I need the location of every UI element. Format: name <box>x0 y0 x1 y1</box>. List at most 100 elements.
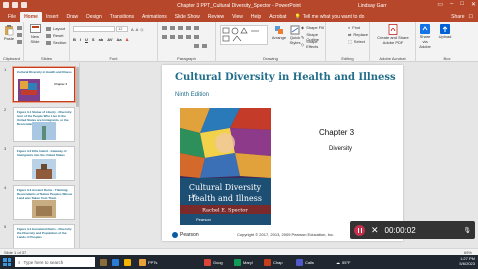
bullets-icon[interactable] <box>162 26 167 30</box>
align-left-icon[interactable] <box>162 35 167 39</box>
replace-button[interactable]: ⇄ Replace <box>348 32 368 37</box>
thumbnail-scrollbar[interactable] <box>76 67 79 107</box>
tab-draw[interactable]: Draw <box>62 12 82 22</box>
slide-thumbnail-5[interactable]: Figure 3-4 Homeland Ruins - Diversity: t… <box>13 224 75 248</box>
tab-help[interactable]: Help <box>247 12 265 22</box>
font-size-box[interactable]: 12 <box>116 26 128 32</box>
ribbon-display-icon[interactable]: ▭ <box>437 1 443 8</box>
current-slide[interactable]: Cultural Diversity in Health and Illness… <box>162 65 403 241</box>
task-app-2[interactable] <box>124 257 131 267</box>
reset-button[interactable]: Reset <box>46 33 63 38</box>
layout-label: Layout <box>53 26 66 31</box>
shapes-gallery[interactable] <box>220 25 268 45</box>
tell-me-box[interactable]: 💡 Tell me what you want to do <box>290 12 368 22</box>
section-icon <box>46 40 51 45</box>
quick-styles-icon <box>290 25 300 35</box>
justify-icon[interactable] <box>186 35 191 39</box>
underline-icon[interactable]: U <box>85 37 88 42</box>
slide-thumbnail-1[interactable]: Cultural Diversity in Health and Illness… <box>13 67 75 102</box>
shadow-icon[interactable]: ab <box>99 37 104 42</box>
section-button[interactable]: Section <box>46 40 66 45</box>
grow-font-icon[interactable]: A <box>131 27 134 32</box>
task-app-ppts[interactable]: PPTs <box>139 257 157 267</box>
create-share-pdf-button[interactable]: Create and Share Adobe PDF <box>374 24 412 45</box>
new-slide-button[interactable]: New Slide <box>27 24 43 44</box>
tab-slide-show[interactable]: Slide Show <box>171 12 204 22</box>
slide-edition[interactable]: Ninth Edition <box>175 92 209 98</box>
task-app-calls[interactable]: Calls <box>296 257 314 267</box>
slide-thumbnail-2[interactable]: Figure 3-1 Statue of Liberty - Diversity… <box>13 107 75 142</box>
arrange-icon <box>275 26 283 34</box>
share-button[interactable]: Share <box>451 14 464 20</box>
comments-icon[interactable]: ☐ <box>469 14 473 20</box>
cancel-recording-icon[interactable]: ✕ <box>371 225 379 236</box>
font-name-box[interactable] <box>73 26 115 32</box>
windows-start-icon[interactable] <box>3 258 11 266</box>
strikethrough-icon[interactable]: S <box>92 37 95 42</box>
columns-icon[interactable] <box>194 35 199 39</box>
tab-animations[interactable]: Animations <box>138 12 171 22</box>
tab-acrobat[interactable]: Acrobat <box>265 12 290 22</box>
microphone-icon[interactable]: 🎙 <box>463 227 471 234</box>
decrease-indent-icon[interactable] <box>178 26 183 30</box>
tab-review[interactable]: Review <box>204 12 228 22</box>
numbering-icon[interactable] <box>170 26 175 30</box>
task-app-goog[interactable]: Goog <box>204 257 223 267</box>
shrink-font-icon[interactable]: A <box>136 27 139 32</box>
change-case-icon[interactable]: Aa <box>117 37 122 42</box>
line-spacing-icon[interactable] <box>194 26 199 30</box>
task-app-maryl[interactable]: Maryl <box>234 257 253 267</box>
text-direction-icon[interactable] <box>194 44 199 48</box>
ribbon-tabs: File Home Insert Draw Design Transitions… <box>0 11 478 22</box>
minimize-icon[interactable]: – <box>450 1 453 8</box>
increase-indent-icon[interactable] <box>186 26 191 30</box>
slide-thumbnail-3[interactable]: Figure 3-2 Ellis Island - Gateway of Imm… <box>13 146 75 181</box>
char-spacing-icon[interactable]: AV <box>107 37 112 42</box>
taskbar-search-box[interactable]: ⌕ Type here to search <box>15 257 95 267</box>
tab-home[interactable]: Home <box>20 12 42 22</box>
select-button[interactable]: ⬚ Select <box>348 39 365 44</box>
tab-transitions[interactable]: Transitions <box>106 12 138 22</box>
task-view-icon[interactable] <box>100 257 107 267</box>
thumb-subtitle-1: Chapter 3 <box>54 82 68 86</box>
tab-design[interactable]: Design <box>82 12 106 22</box>
upload-button[interactable]: Upload <box>436 24 454 39</box>
align-center-icon[interactable] <box>170 35 175 39</box>
align-text-icon[interactable] <box>202 44 207 48</box>
quick-styles-button[interactable]: Quick Styles <box>288 25 302 45</box>
tab-view[interactable]: View <box>228 12 247 22</box>
paste-button[interactable]: Paste <box>2 24 16 41</box>
maximize-icon[interactable]: □ <box>460 1 464 8</box>
folder-icon <box>139 258 146 266</box>
task-app-chap[interactable]: Chap <box>264 257 283 267</box>
tab-file[interactable]: File <box>4 12 20 22</box>
copy-icon[interactable] <box>17 33 22 37</box>
font-color-icon[interactable]: A <box>126 37 129 42</box>
arrange-button[interactable]: Arrange <box>270 25 288 40</box>
thumb-title-3: Figure 3-2 Ellis Island - Gateway of Imm… <box>17 149 67 157</box>
chapter-topic[interactable]: Diversity <box>329 146 352 152</box>
user-name[interactable]: Lindsay Garr <box>358 3 387 9</box>
italic-icon[interactable]: I <box>80 37 81 42</box>
pause-recording-button[interactable] <box>354 224 365 236</box>
align-right-icon[interactable] <box>178 35 183 39</box>
share-adobe-button[interactable]: Share via Adobe <box>418 24 432 49</box>
slide-title[interactable]: Cultural Diversity in Health and Illness <box>175 72 396 83</box>
bold-icon[interactable]: B <box>73 37 76 42</box>
task-app-1[interactable] <box>112 257 119 267</box>
shape-effects-button[interactable]: ◇ Shape Effects <box>301 39 325 49</box>
cut-icon[interactable] <box>17 26 22 30</box>
paste-label: Paste <box>3 36 15 41</box>
find-button[interactable]: ⌕ Find <box>348 25 360 30</box>
clear-format-icon[interactable]: ◇ <box>140 27 143 32</box>
slide-thumbnail-4[interactable]: Figure 3-3 Ancient Ruins - Thinking: Des… <box>13 185 75 220</box>
close-icon[interactable]: ✕ <box>471 1 476 8</box>
system-tray-clock[interactable]: 1:27 PM 5/6/2023 <box>459 256 475 266</box>
chapter-heading[interactable]: Chapter 3 <box>319 128 354 137</box>
shape-fill-button[interactable]: ◈ Shape Fill <box>301 25 324 30</box>
tab-insert[interactable]: Insert <box>42 12 63 22</box>
weather-widget[interactable]: ☁ 55°F <box>336 257 351 267</box>
layout-button[interactable]: Layout <box>46 26 65 31</box>
format-painter-icon[interactable] <box>17 40 22 44</box>
book-cover-image: Cultural Diversity in Health and Illness… <box>180 108 271 225</box>
